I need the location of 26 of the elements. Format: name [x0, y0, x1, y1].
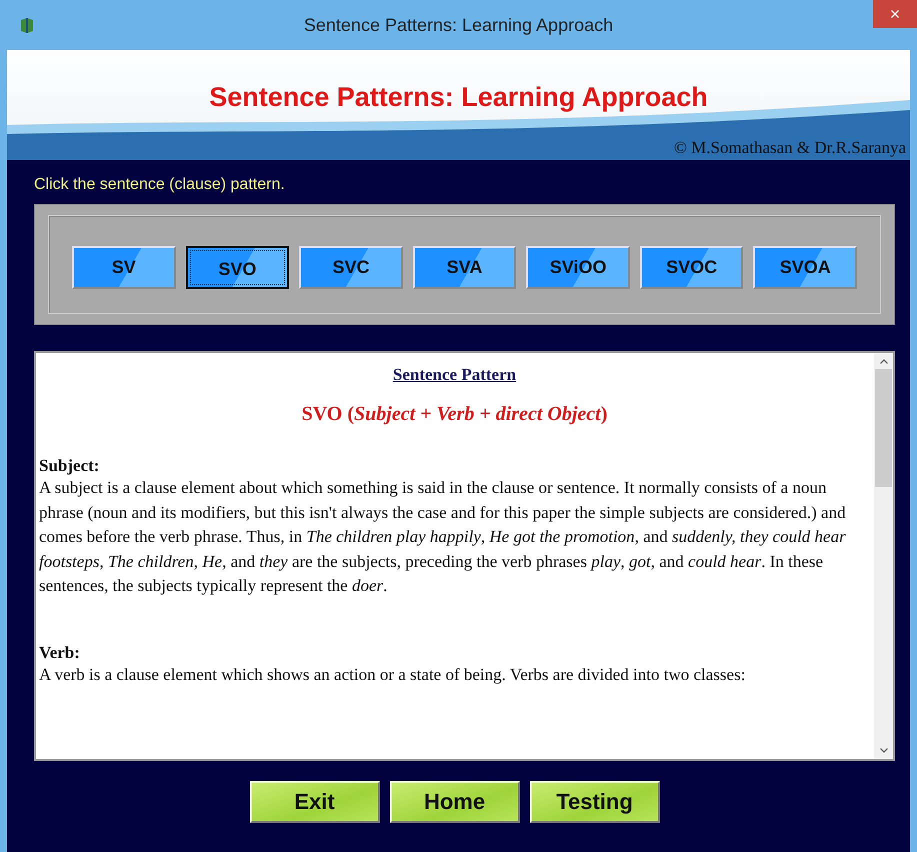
close-button[interactable]: × [873, 0, 917, 28]
term-label: Verb: [39, 642, 80, 662]
instruction-text: Click the sentence (clause) pattern. [34, 176, 286, 194]
pattern-button[interactable]: SViOO [526, 246, 630, 289]
window-title: Sentence Patterns: Learning Approach [302, 14, 614, 36]
nav-button[interactable]: Testing [530, 781, 660, 823]
pattern-button[interactable]: SVC [299, 246, 403, 289]
pattern-button[interactable]: SVO [186, 246, 290, 289]
term-label: Subject: [39, 456, 100, 475]
credit-text: © M.Somathasan & Dr.R.Saranya [674, 138, 906, 158]
nav-button[interactable]: Home [390, 781, 520, 823]
scroll-down-icon[interactable] [880, 748, 888, 753]
book-icon [19, 17, 35, 33]
definition-text: A verb is a clause element which shows an action or a state of being. Verbs are divided into two classes: [39, 664, 746, 686]
definition-text: A subject is a clause element about which something is said in the clause or sentence. It normally consists of a noun phrase (noun and its modifiers, but this isn't always the case and for this paper the simple subjects are considered.) and comes before the verb phrase. Thus, in The children play happily, He got the promotion, and suddenly, they could hear footsteps, The children, He, and they are the subjects, preceding the verb phrases play, got, and could hear. In these sentences, the subjects typically represent the doer. [39, 477, 847, 597]
scrollbar[interactable] [874, 353, 893, 759]
pattern-button[interactable]: SV [72, 246, 176, 289]
pattern-title: SVO (Subject + Verb + direct Object) [302, 403, 608, 425]
pattern-button[interactable]: SVA [412, 246, 516, 289]
scroll-up-icon[interactable] [880, 359, 888, 364]
section-heading: Sentence Pattern [392, 365, 516, 384]
pattern-button[interactable]: SVOC [640, 246, 744, 289]
scroll-thumb[interactable] [875, 369, 892, 487]
nav-button[interactable]: Exit [250, 781, 380, 823]
pattern-button[interactable]: SVOA [753, 246, 858, 289]
app-title: Sentence Patterns: Learning Approach [209, 82, 708, 113]
